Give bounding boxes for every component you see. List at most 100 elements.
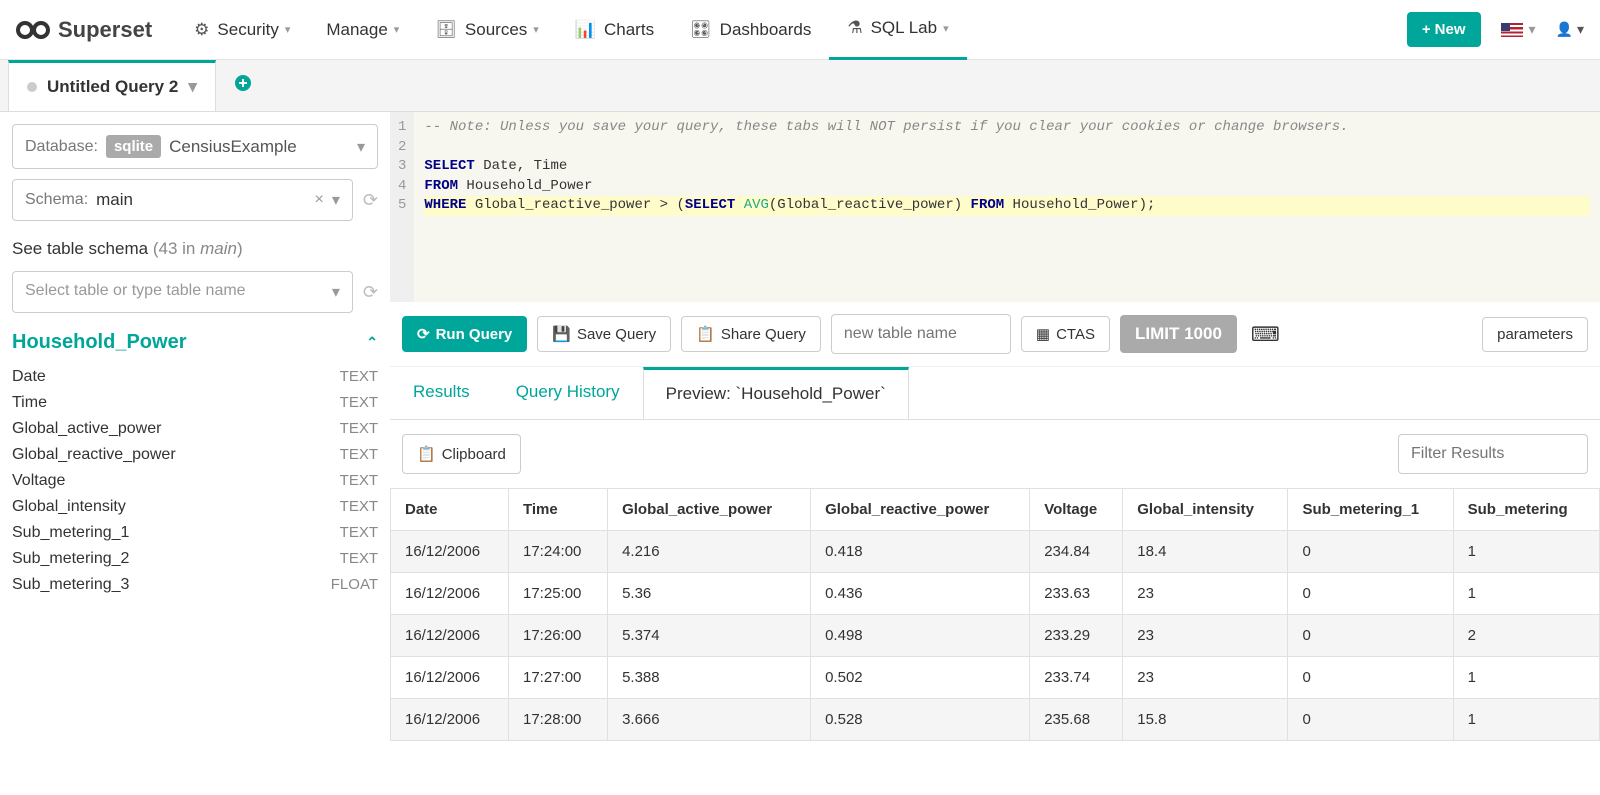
table-cell: 0: [1288, 657, 1453, 699]
nav-manage[interactable]: Manage ▾: [308, 0, 417, 60]
logo-icon: [16, 19, 50, 41]
column-name: Global_intensity: [12, 498, 126, 516]
nav-sqllab-label: SQL Lab: [871, 18, 937, 38]
table-cell: 16/12/2006: [391, 699, 509, 741]
table-cell: 2: [1453, 615, 1599, 657]
nav-charts[interactable]: 📊 Charts: [557, 0, 672, 60]
column-header[interactable]: Global_active_power: [608, 489, 811, 531]
parameters-button[interactable]: parameters: [1482, 317, 1588, 352]
tab-preview[interactable]: Preview: `Household_Power`: [643, 367, 909, 419]
column-name: Time: [12, 394, 47, 412]
new-table-input[interactable]: [831, 314, 1011, 354]
query-tab-label: Untitled Query 2: [47, 77, 178, 97]
database-selector[interactable]: Database: sqlite CensiusExample ▾: [12, 124, 378, 169]
schema-value: main: [96, 190, 133, 210]
left-panel: Database: sqlite CensiusExample ▾ Schema…: [0, 112, 390, 741]
column-row: Sub_metering_1TEXT: [12, 520, 378, 546]
dashboard-icon: 🎛: [690, 20, 712, 40]
table-cell: 233.29: [1030, 615, 1123, 657]
column-row: VoltageTEXT: [12, 468, 378, 494]
column-name: Sub_metering_1: [12, 524, 129, 542]
brand-label: Superset: [58, 17, 152, 43]
sql-editor[interactable]: 12345 -- Note: Unless you save your quer…: [390, 112, 1600, 302]
gear-icon: ⚙: [194, 20, 209, 40]
clipboard-icon: 📋: [417, 445, 436, 463]
user-icon: 👤: [1556, 21, 1573, 38]
column-header[interactable]: Voltage: [1030, 489, 1123, 531]
flask-icon: ⚗: [847, 18, 862, 38]
column-name: Sub_metering_2: [12, 550, 129, 568]
locale-selector[interactable]: ▾: [1501, 21, 1536, 38]
new-button[interactable]: + New: [1407, 12, 1481, 47]
nav-dashboards-label: Dashboards: [720, 20, 812, 40]
column-header[interactable]: Date: [391, 489, 509, 531]
nav-dashboards[interactable]: 🎛 Dashboards: [672, 0, 829, 60]
refresh-schema-button[interactable]: ⟳: [363, 190, 378, 211]
see-table-schema: See table schema (43 in main): [12, 239, 378, 259]
nav-manage-label: Manage: [326, 20, 387, 40]
table-cell: 17:26:00: [509, 615, 608, 657]
flag-us-icon: [1501, 23, 1523, 37]
save-query-button[interactable]: 💾 Save Query: [537, 316, 671, 352]
nav-sqllab[interactable]: ⚗ SQL Lab ▾: [829, 0, 966, 60]
add-tab-button[interactable]: [216, 74, 270, 97]
tab-history[interactable]: Query History: [493, 367, 643, 419]
filter-results-input[interactable]: [1398, 434, 1588, 474]
ctas-button[interactable]: ▦ CTAS: [1021, 316, 1110, 352]
plus-circle-icon: [234, 74, 252, 92]
share-query-label: Share Query: [721, 326, 806, 343]
share-icon: 📋: [696, 325, 715, 343]
user-menu[interactable]: 👤 ▾: [1556, 21, 1584, 38]
column-row: Global_active_powerTEXT: [12, 416, 378, 442]
table-cell: 0: [1288, 615, 1453, 657]
column-header[interactable]: Sub_metering: [1453, 489, 1599, 531]
clipboard-button[interactable]: 📋 Clipboard: [402, 434, 521, 474]
nav-sources[interactable]: 🗄 Sources ▾: [417, 0, 557, 60]
database-label: Database:: [25, 138, 98, 156]
column-header[interactable]: Sub_metering_1: [1288, 489, 1453, 531]
table-cell: 233.74: [1030, 657, 1123, 699]
table-row: 16/12/200617:26:005.3740.498233.292302: [391, 615, 1600, 657]
table-cell: 0.436: [811, 573, 1030, 615]
table-cell: 4.216: [608, 531, 811, 573]
column-header[interactable]: Global_reactive_power: [811, 489, 1030, 531]
table-name-label: Household_Power: [12, 331, 186, 354]
limit-button[interactable]: LIMIT 1000: [1120, 315, 1237, 353]
navbar: Superset ⚙ Security ▾ Manage ▾ 🗄 Sources…: [0, 0, 1600, 60]
refresh-tables-button[interactable]: ⟳: [363, 282, 378, 303]
table-cell: 0: [1288, 573, 1453, 615]
share-query-button[interactable]: 📋 Share Query: [681, 316, 821, 352]
table-schema-header[interactable]: Household_Power ⌃: [12, 331, 378, 354]
table-cell: 17:27:00: [509, 657, 608, 699]
chevron-down-icon: ▾: [332, 282, 340, 302]
table-cell: 1: [1453, 699, 1599, 741]
column-row: Sub_metering_3FLOAT: [12, 572, 378, 598]
column-type: TEXT: [340, 394, 378, 412]
column-name: Global_reactive_power: [12, 446, 176, 464]
nav-security[interactable]: ⚙ Security ▾: [176, 0, 308, 60]
schema-selector[interactable]: Schema: main × ▾: [12, 179, 353, 221]
table-cell: 23: [1123, 573, 1288, 615]
column-header[interactable]: Global_intensity: [1123, 489, 1288, 531]
save-query-label: Save Query: [577, 326, 656, 343]
column-type: TEXT: [340, 368, 378, 386]
column-type: TEXT: [340, 472, 378, 490]
column-name: Date: [12, 368, 46, 386]
run-query-button[interactable]: ⟳ Run Query: [402, 316, 527, 352]
db-name: CensiusExample: [169, 137, 297, 157]
tab-status-dot: [27, 82, 37, 92]
results-table-wrapper[interactable]: DateTimeGlobal_active_powerGlobal_reacti…: [390, 488, 1600, 741]
table-cell: 23: [1123, 615, 1288, 657]
chevron-down-icon: ▾: [188, 77, 197, 97]
chevron-down-icon: ▾: [1529, 21, 1536, 38]
tab-results[interactable]: Results: [390, 367, 493, 419]
column-row: Global_reactive_powerTEXT: [12, 442, 378, 468]
clear-icon[interactable]: ×: [315, 191, 324, 209]
query-toolbar: ⟳ Run Query 💾 Save Query 📋 Share Query ▦…: [390, 302, 1600, 367]
query-tab[interactable]: Untitled Query 2 ▾: [8, 60, 216, 111]
table-selector[interactable]: Select table or type table name ▾: [12, 271, 353, 313]
brand[interactable]: Superset: [16, 17, 152, 43]
keyboard-icon[interactable]: ⌨: [1247, 318, 1284, 351]
see-schema-label: See table schema: [12, 239, 148, 258]
column-header[interactable]: Time: [509, 489, 608, 531]
